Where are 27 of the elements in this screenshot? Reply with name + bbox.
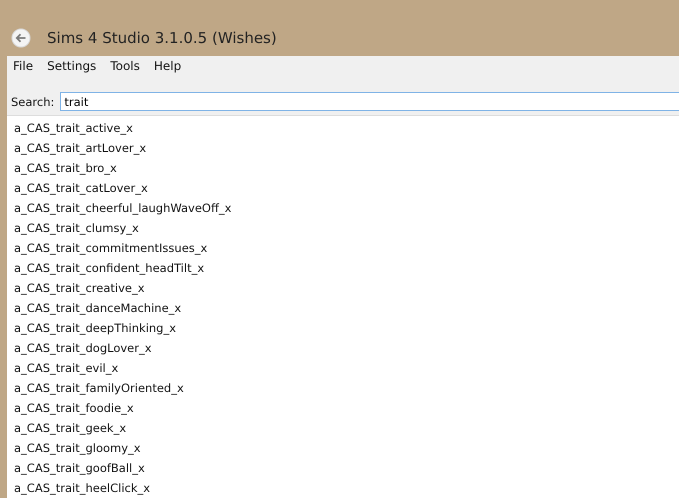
list-item[interactable]: a_CAS_trait_catLover_x [7, 178, 148, 198]
list-item[interactable]: a_CAS_trait_clumsy_x [7, 218, 139, 238]
list-item[interactable]: a_CAS_trait_evil_x [7, 358, 118, 378]
list-item[interactable]: a_CAS_trait_creative_x [7, 278, 145, 298]
menu-item[interactable]: File [13, 59, 34, 75]
menu-item[interactable]: Tools [110, 59, 140, 75]
search-label: Search: [11, 94, 54, 108]
window-title: Sims 4 Studio 3.1.0.5 (Wishes) [47, 29, 277, 49]
list-item[interactable]: a_CAS_trait_dogLover_x [7, 338, 152, 358]
search-field[interactable]: trait [60, 92, 679, 111]
list-item[interactable]: a_CAS_trait_familyOriented_x [7, 378, 184, 398]
list-item[interactable]: a_CAS_trait_heelClick_x [7, 478, 150, 498]
list-item[interactable]: a_CAS_trait_confident_headTilt_x [7, 258, 204, 278]
list-item[interactable]: a_CAS_trait_cheerful_laughWaveOff_x [7, 198, 232, 218]
back-icon[interactable] [11, 28, 31, 48]
list-item[interactable]: a_CAS_trait_artLover_x [7, 138, 146, 158]
menu-item[interactable]: Help [154, 59, 182, 75]
list-item[interactable]: a_CAS_trait_active_x [7, 118, 133, 138]
list-item[interactable]: a_CAS_trait_danceMachine_x [7, 298, 182, 318]
list-item[interactable]: a_CAS_trait_commitmentIssues_x [7, 238, 208, 258]
menu-item[interactable]: Settings [47, 59, 96, 75]
list-item[interactable]: a_CAS_trait_goofBall_x [7, 458, 145, 478]
list-item[interactable]: a_CAS_trait_geek_x [7, 418, 126, 438]
list-item[interactable]: a_CAS_trait_deepThinking_x [7, 318, 176, 338]
list-item[interactable]: a_CAS_trait_gloomy_x [7, 438, 141, 458]
list-item[interactable]: a_CAS_trait_foodie_x [7, 398, 134, 418]
list-item[interactable]: a_CAS_trait_bro_x [7, 158, 117, 178]
